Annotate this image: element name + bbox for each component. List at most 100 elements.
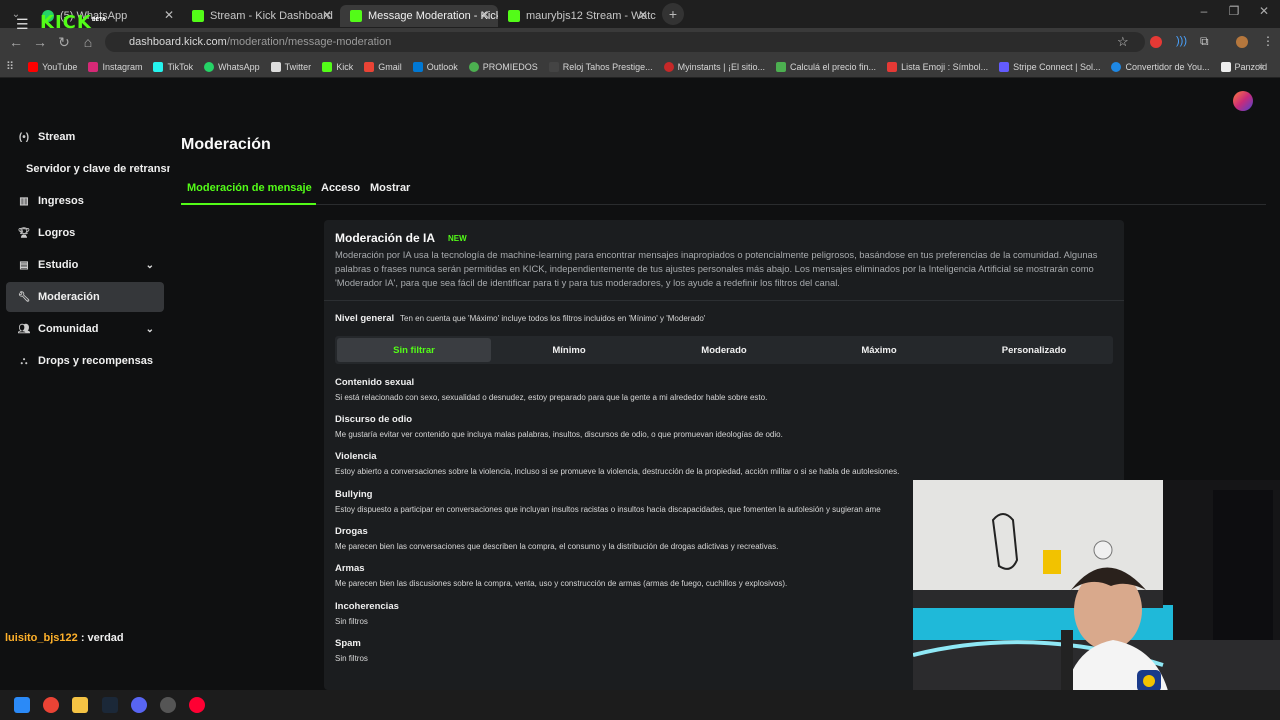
discord-icon[interactable] xyxy=(131,697,147,713)
profile-icon[interactable] xyxy=(1236,36,1248,48)
tab-acceso[interactable]: Acceso xyxy=(321,182,360,194)
address-bar-row: ← → ↻ ⌂ dashboard.kick.com/moderation/me… xyxy=(0,28,1280,56)
sidebar-item-server-key[interactable]: Servidor y clave de retransn xyxy=(26,154,170,184)
studio-icon: ▤ xyxy=(19,259,29,271)
chrome-icon[interactable] xyxy=(43,697,59,713)
bookmark-label: PROMIEDOS xyxy=(482,61,538,72)
url-field[interactable]: dashboard.kick.com/moderation/message-mo… xyxy=(105,32,1145,52)
tab-title: Stream - Kick Dashboard xyxy=(210,10,333,22)
close-tab-icon[interactable]: ✕ xyxy=(164,8,174,22)
level-maximo[interactable]: Máximo xyxy=(802,338,956,362)
sidebar-item-estudio[interactable]: ▤ Estudio ⌄ xyxy=(6,250,164,280)
level-personalizado[interactable]: Personalizado xyxy=(957,338,1111,362)
close-window-icon[interactable]: ✕ xyxy=(1254,4,1274,18)
sidebar-item-stream[interactable]: (•) Stream xyxy=(6,122,164,152)
bookmark-item[interactable]: Twitter xyxy=(270,61,312,72)
youtube-icon xyxy=(28,61,39,72)
category-contenido-sexual: Contenido sexual Si está relacionado con… xyxy=(335,377,1115,402)
sidebar-item-moderacion[interactable]: 🔧︎ Moderación xyxy=(6,282,164,312)
instagram-icon xyxy=(88,61,99,72)
app-icon[interactable] xyxy=(160,697,176,713)
bookmark-label: Twitter xyxy=(284,61,312,72)
calculator-icon xyxy=(776,61,787,72)
nivel-general-title: Nivel general xyxy=(335,313,395,324)
bookmark-label: Reloj Tahos Prestige... xyxy=(562,61,653,72)
bookmark-item[interactable]: Calculá el precio fin... xyxy=(776,61,877,72)
sidebar-item-label: Ingresos xyxy=(38,195,84,207)
category-title: Violencia xyxy=(335,451,377,462)
hamburger-menu-icon[interactable]: ☰ xyxy=(16,16,29,33)
bookmark-item[interactable]: WhatsApp xyxy=(204,61,260,72)
forward-icon[interactable]: → xyxy=(28,34,52,50)
browser-tab[interactable]: Stream - Kick Dashboard ✕ xyxy=(182,5,340,27)
browser-tab-bar: ⌄ (5) WhatsApp ✕ Stream - Kick Dashboard… xyxy=(0,0,1280,28)
apps-grid-icon[interactable]: ⠿ xyxy=(6,60,14,73)
restore-icon[interactable]: ❐ xyxy=(1224,4,1244,18)
sidebar-item-drops[interactable]: ⛬ Drops y recompensas xyxy=(6,346,164,376)
kick-favicon-icon xyxy=(192,10,204,22)
bookmark-label: TikTok xyxy=(167,61,194,72)
level-minimo[interactable]: Mínimo xyxy=(492,338,646,362)
bookmark-item[interactable]: Lista Emoji : Símbol... xyxy=(887,61,988,72)
windows-start-icon[interactable] xyxy=(14,697,30,713)
home-icon[interactable]: ⌂ xyxy=(76,34,100,50)
steam-icon[interactable] xyxy=(102,697,118,713)
ai-moderation-description: Moderación por IA usa la tecnología de m… xyxy=(335,249,1098,288)
reload-icon[interactable]: ↻ xyxy=(52,34,76,51)
lightning-icon xyxy=(887,61,898,72)
category-violencia: Violencia Estoy abierto a conversaciones… xyxy=(335,451,1115,476)
panzoid-icon xyxy=(1220,61,1231,72)
back-icon[interactable]: ← xyxy=(4,34,28,50)
file-explorer-icon[interactable] xyxy=(72,697,88,713)
kick-logo[interactable]: KICKBETA xyxy=(40,12,106,33)
windows-taskbar xyxy=(0,690,1280,720)
level-moderado[interactable]: Moderado xyxy=(647,338,801,362)
extension-icon[interactable]: ))) xyxy=(1176,35,1187,47)
bookmark-label: Gmail xyxy=(378,61,402,72)
chevron-down-icon: ⌄ xyxy=(145,323,154,335)
more-bookmarks-icon[interactable]: » xyxy=(1258,61,1264,72)
close-tab-icon[interactable]: ✕ xyxy=(480,8,490,22)
bookmark-item[interactable]: Convertidor de You... xyxy=(1111,61,1210,72)
bookmark-item[interactable]: Outlook xyxy=(412,61,458,72)
bookmark-star-icon[interactable]: ☆ xyxy=(1117,34,1129,50)
category-title: Contenido sexual xyxy=(335,377,415,388)
sidebar-item-label: Moderación xyxy=(38,291,100,303)
close-tab-icon[interactable]: ✕ xyxy=(638,8,648,22)
tab-mostrar[interactable]: Mostrar xyxy=(370,182,410,194)
menu-kebab-icon[interactable]: ⋮ xyxy=(1262,34,1274,48)
url-host: dashboard.kick.com xyxy=(129,36,227,48)
browser-tab[interactable]: maurybjs12 Stream - Watch Liv ✕ xyxy=(498,5,656,27)
media-player-icon[interactable] xyxy=(189,697,205,713)
close-tab-icon[interactable]: ✕ xyxy=(322,8,332,22)
extensions-puzzle-icon[interactable]: ⧉ xyxy=(1200,34,1209,49)
avatar[interactable] xyxy=(1233,91,1253,111)
sidebar-item-label: Estudio xyxy=(38,259,79,271)
bookmark-item[interactable]: Reloj Tahos Prestige... xyxy=(548,61,653,72)
sidebar-item-comunidad[interactable]: 👥︎ Comunidad ⌄ xyxy=(6,314,164,344)
sidebar-item-logros[interactable]: 🏆︎ Logros xyxy=(6,218,164,248)
sidebar-item-label: Drops y recompensas xyxy=(38,355,153,367)
bookmark-item[interactable]: Gmail xyxy=(364,61,402,72)
bookmark-item[interactable]: YouTube xyxy=(28,61,77,72)
chevron-down-icon: ⌄ xyxy=(145,259,154,271)
url-path: /moderation/message-moderation xyxy=(226,36,392,48)
bookmark-item[interactable]: PROMIEDOS xyxy=(468,61,538,72)
browser-tab-active[interactable]: Message Moderation - Kick Da ✕ xyxy=(340,5,498,27)
bookmark-item[interactable]: Instagram xyxy=(88,61,142,72)
ai-moderation-title: Moderación de IA xyxy=(335,231,436,245)
bookmark-item[interactable]: Kick xyxy=(322,61,354,72)
bookmark-label: Calculá el precio fin... xyxy=(790,61,877,72)
level-sin-filtrar[interactable]: Sin filtrar xyxy=(337,338,491,362)
tab-title: maurybjs12 Stream - Watch Liv xyxy=(526,10,656,22)
sidebar-item-ingresos[interactable]: ▥ Ingresos xyxy=(6,186,164,216)
minimize-icon[interactable]: – xyxy=(1194,4,1214,18)
new-tab-plus-icon[interactable]: + xyxy=(662,3,684,25)
bookmark-item[interactable]: Stripe Connect | Sol... xyxy=(999,61,1101,72)
bookmark-label: Stripe Connect | Sol... xyxy=(1013,61,1101,72)
extension-icon[interactable] xyxy=(1150,36,1162,48)
bookmark-item[interactable]: TikTok xyxy=(153,61,194,72)
bookmark-label: Kick xyxy=(336,61,354,72)
bookmark-item[interactable]: Myinstants | ¡El sitio... xyxy=(663,61,765,72)
tab-message-moderation[interactable]: Moderación de mensaje xyxy=(187,182,312,194)
